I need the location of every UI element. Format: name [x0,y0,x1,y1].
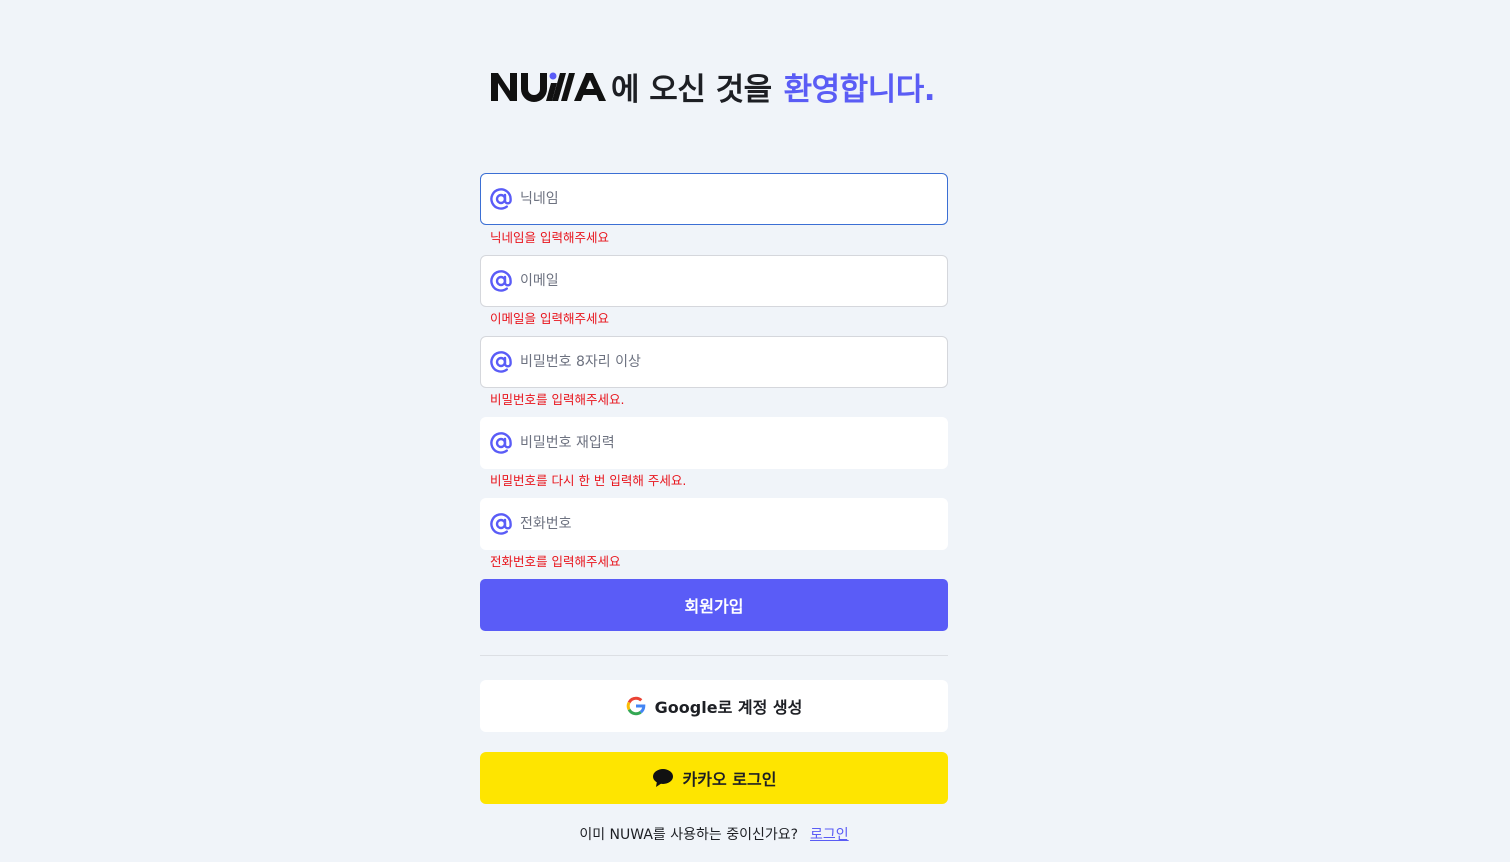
at-sign-icon [490,513,512,535]
at-sign-icon [490,351,512,373]
nickname-input[interactable] [520,191,920,207]
password-input[interactable] [520,354,920,370]
login-link[interactable]: 로그인 [810,824,849,844]
password-field[interactable] [480,336,948,388]
login-prompt: 이미 NUWA를 사용하는 중이신가요? 로그인 [480,824,948,844]
password-confirm-input[interactable] [520,435,920,451]
email-input[interactable] [520,273,920,289]
nuwa-logo [490,72,606,102]
login-prompt-text: 이미 NUWA를 사용하는 중이신가요? [579,827,799,843]
signup-button[interactable]: 회원가입 [480,579,948,631]
nickname-field[interactable] [480,173,948,225]
speech-bubble-icon [652,769,673,787]
phone-input[interactable] [520,516,920,532]
password-confirm-error: 비밀번호를 다시 한 번 입력해 주세요. [490,473,687,488]
phone-error: 전화번호를 입력해주세요 [490,554,621,569]
at-sign-icon [490,432,512,454]
phone-field[interactable] [480,498,948,550]
title-prefix: 에 오신 것을 [610,72,772,108]
google-icon [626,696,645,716]
email-field[interactable] [480,255,948,307]
page-title: 에 오신 것을 환영합니다. [0,64,1426,109]
password-confirm-field[interactable] [480,417,948,469]
nickname-error: 닉네임을 입력해주세요 [490,230,609,245]
at-sign-icon [490,270,512,292]
google-signup-button[interactable]: Google로 계정 생성 [480,680,948,732]
email-error: 이메일을 입력해주세요 [490,311,609,326]
divider [480,655,948,656]
kakao-login-button[interactable]: 카카오 로그인 [480,752,948,804]
google-signup-label: Google로 계정 생성 [654,698,803,717]
title-accent: 환영합니다. [783,72,936,108]
password-error: 비밀번호를 입력해주세요. [490,392,625,407]
at-sign-icon [490,188,512,210]
signup-page: 에 오신 것을 환영합니다. 닉네임을 입력해주세요 이메일을 입력해주세요 [0,0,1510,862]
kakao-login-label: 카카오 로그인 [682,770,777,789]
